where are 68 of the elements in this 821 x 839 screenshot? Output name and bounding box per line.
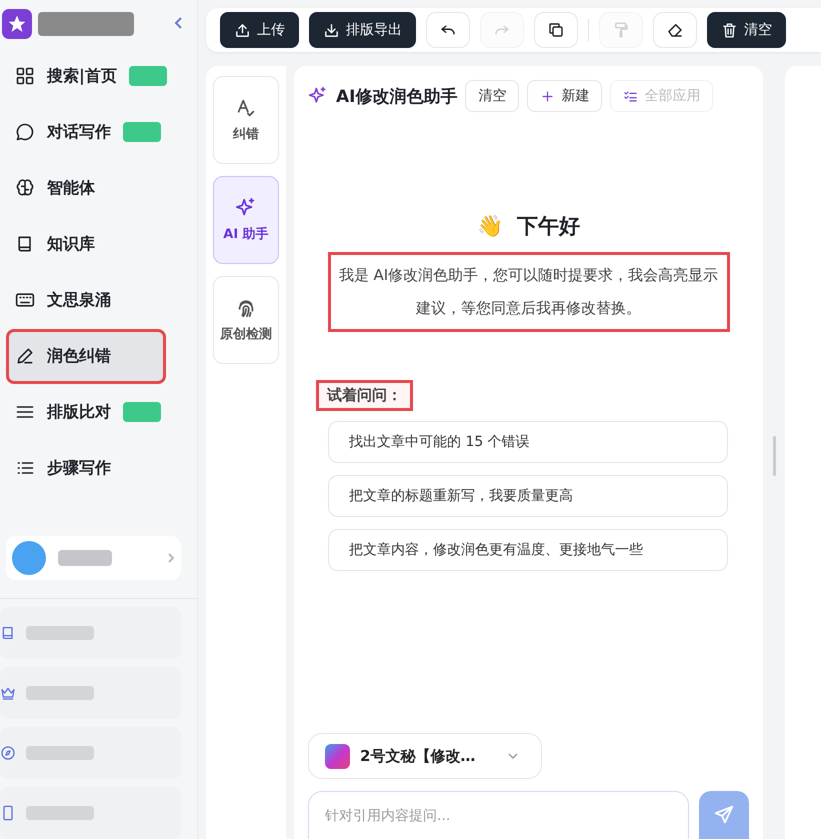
download-icon xyxy=(323,22,340,38)
sidebar-item-label: 润色纠错 xyxy=(47,346,111,367)
sidebar-link[interactable] xyxy=(0,607,181,659)
sidebar-item[interactable]: 智能体 xyxy=(6,160,191,216)
send-button[interactable] xyxy=(699,791,749,839)
suggestion-chip[interactable]: 把文章的标题重新写，我要质量更高 xyxy=(328,475,728,517)
greeting: 下午好 xyxy=(517,213,580,240)
sidebar-item-label: 文思泉涌 xyxy=(47,290,111,311)
sidebar-item-label: 对话写作 xyxy=(47,122,111,143)
brain-icon xyxy=(15,178,35,198)
paper-plane-icon xyxy=(713,804,735,826)
sidebar-item[interactable]: 搜索|首页 xyxy=(6,48,191,104)
intro-text: 我是 AI修改润色助手，您可以随时提要求，我会高亮显示建议，等您同意后我再修改替换。 xyxy=(328,252,730,332)
sidebar-item[interactable]: 对话写作 xyxy=(6,104,191,160)
toolbar-button[interactable]: 上传 xyxy=(220,12,299,48)
toolbar-button[interactable]: 清空 xyxy=(707,12,786,48)
spell-check-icon xyxy=(235,97,257,119)
grid-icon xyxy=(15,66,35,86)
waving-hand-emoji: 👋 xyxy=(477,214,503,238)
sidebar-item[interactable]: 步骤写作 xyxy=(6,440,191,496)
action-button[interactable]: 清空 xyxy=(465,80,520,112)
ai-logo-icon xyxy=(325,744,350,768)
tool-tab[interactable]: 纠错 xyxy=(213,76,279,164)
tool-tab[interactable]: AI 助手 xyxy=(213,176,279,264)
crown-icon xyxy=(0,685,16,701)
sidebar-item[interactable]: 文思泉涌 xyxy=(6,272,191,328)
plus-icon xyxy=(540,88,556,104)
suggestion-chip[interactable]: 把文章内容，修改润色更有温度、更接地气一些 xyxy=(328,529,728,571)
sidebar-item[interactable]: 润色纠错 xyxy=(6,328,166,384)
sidebar-item-label: 知识库 xyxy=(47,234,95,255)
redacted-label-bar xyxy=(58,550,112,566)
sidebar-item-label: 排版比对 xyxy=(47,402,111,423)
tool-tab[interactable]: 原创检测 xyxy=(213,276,279,364)
suggestion-chip[interactable]: 找出文章中可能的 15 个错误 xyxy=(328,421,728,463)
eraser-icon xyxy=(666,21,684,39)
sidebar-link[interactable] xyxy=(0,787,181,839)
pen-icon xyxy=(15,346,35,366)
panel-title: AI修改润色助手 xyxy=(336,86,458,108)
sidebar-item-label: 搜索|首页 xyxy=(47,66,117,87)
copy-button[interactable] xyxy=(534,12,578,48)
chevron-icon xyxy=(167,552,175,564)
suggestions-heading: 试着问问： xyxy=(316,380,413,411)
sidebar-link[interactable] xyxy=(0,667,181,719)
sidebar-item[interactable]: 排版比对 xyxy=(6,384,191,440)
sidebar-link[interactable] xyxy=(0,727,181,779)
workspace-card[interactable] xyxy=(6,536,181,580)
toolbar-button[interactable]: 排版导出 xyxy=(309,12,416,48)
redacted-label-bar xyxy=(26,806,94,820)
redacted-label-bar xyxy=(26,686,94,700)
action-button[interactable]: 新建 xyxy=(527,80,602,112)
redacted-label-bar xyxy=(26,626,94,640)
paint-roller-icon xyxy=(612,21,630,39)
compass-icon xyxy=(0,745,16,761)
sidebar-item-label: 步骤写作 xyxy=(47,458,111,479)
sidebar-item[interactable]: 知识库 xyxy=(6,216,191,272)
model-selector[interactable]: 2号文秘【修改… xyxy=(308,733,542,779)
avatar-icon xyxy=(12,540,46,575)
trash-icon xyxy=(721,22,738,38)
copy-icon xyxy=(547,21,565,39)
question-input[interactable]: 针对引用内容提问... xyxy=(308,791,689,839)
redacted-label-bar xyxy=(26,746,94,760)
sidebar-item-label: 智能体 xyxy=(47,178,95,199)
chat-bubble-icon xyxy=(15,122,35,142)
checklist-icon xyxy=(623,88,638,104)
upload-icon xyxy=(234,22,251,38)
eraser-button[interactable] xyxy=(653,12,697,48)
resize-handle[interactable] xyxy=(772,436,776,476)
undo-button[interactable] xyxy=(426,12,470,48)
